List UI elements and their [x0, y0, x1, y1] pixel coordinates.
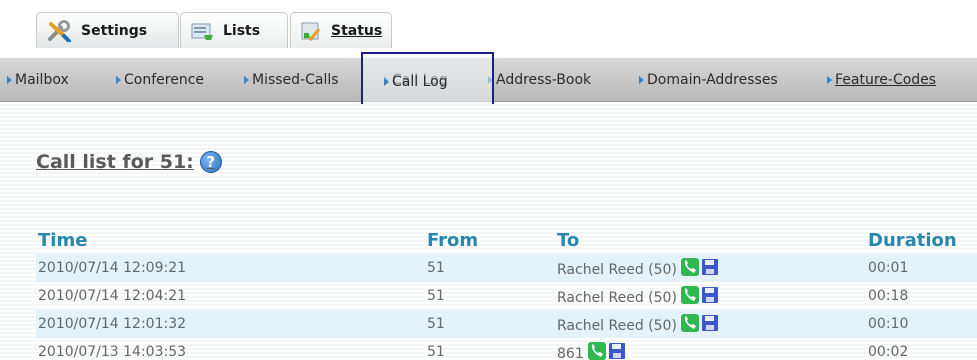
cell-to-text: Rachel Reed (50)	[557, 318, 677, 334]
tab-settings-label: Settings	[81, 22, 148, 39]
cell-to: Rachel Reed (50)	[557, 312, 718, 340]
subnav-missed-calls[interactable]: Missed-Calls	[244, 58, 339, 102]
subnav-mailbox-label: Mailbox	[15, 72, 69, 88]
cell-time: 2010/07/14 12:01:32	[38, 316, 187, 332]
page-title[interactable]: Call list for 51: ?	[36, 151, 222, 173]
col-to-header[interactable]: To	[557, 230, 579, 251]
col-from-header[interactable]: From	[427, 230, 478, 251]
subnav-conference[interactable]: Conference	[116, 58, 204, 102]
status-icon	[301, 21, 323, 41]
tab-lists[interactable]: Lists	[180, 12, 288, 48]
cell-to: Rachel Reed (50)	[557, 256, 718, 284]
cell-from: 51	[427, 288, 445, 304]
call-phone-icon[interactable]	[680, 314, 699, 332]
subnav-conference-label: Conference	[124, 72, 205, 88]
cell-to-text: Rachel Reed (50)	[557, 262, 677, 278]
cell-from: 51	[427, 260, 445, 276]
root: Settings Lists Status Mailbox Conference…	[0, 0, 977, 360]
cell-duration: 00:18	[868, 288, 909, 304]
tab-status-label: Status	[331, 22, 383, 39]
cell-time: 2010/07/13 14:03:53	[38, 344, 187, 360]
arrow-right-icon	[639, 76, 644, 84]
call-phone-icon[interactable]	[680, 258, 699, 276]
subnav-feature-codes[interactable]: Feature-Codes	[827, 58, 936, 102]
tools-icon	[47, 19, 73, 42]
tab-settings[interactable]: Settings	[36, 12, 179, 48]
main-content: Call list for 51: ? Time From To Duratio…	[0, 104, 977, 360]
subnav-call-log-highlighted-label: Call Log	[392, 74, 448, 90]
col-duration-header[interactable]: Duration	[868, 230, 957, 251]
table-row: 2010/07/14 12:04:21 51 Rachel Reed (50) …	[36, 282, 977, 310]
save-icon[interactable]	[608, 343, 625, 359]
cell-from: 51	[427, 344, 445, 360]
cell-duration: 00:10	[868, 316, 909, 332]
cell-duration: 00:02	[868, 344, 909, 360]
subnav-address-book-label: Address-Book	[496, 72, 592, 88]
arrow-right-icon	[384, 78, 389, 86]
list-icon	[191, 21, 215, 41]
table-row: 2010/07/14 12:01:32 51 Rachel Reed (50) …	[36, 310, 977, 338]
cell-to: 861	[557, 340, 625, 360]
subnav-address-book[interactable]: Address-Book	[488, 58, 591, 102]
cell-to-text: Rachel Reed (50)	[557, 290, 677, 306]
cell-duration: 00:01	[868, 260, 909, 276]
subnav-domain-addresses[interactable]: Domain-Addresses	[639, 58, 778, 102]
tab-status[interactable]: Status	[290, 12, 392, 48]
table-header: Time From To Duration	[36, 228, 977, 254]
tab-lists-label: Lists	[223, 22, 261, 39]
cell-time: 2010/07/14 12:09:21	[38, 260, 187, 276]
call-list-table: Time From To Duration 2010/07/14 12:09:2…	[36, 228, 977, 360]
arrow-right-icon	[827, 76, 832, 84]
save-icon[interactable]	[701, 287, 718, 303]
help-icon[interactable]: ?	[199, 151, 222, 173]
save-icon[interactable]	[701, 259, 718, 275]
cell-to-text: 861	[557, 346, 584, 360]
arrow-right-icon	[244, 76, 249, 84]
save-icon[interactable]	[701, 315, 718, 331]
subnav-feature-codes-label: Feature-Codes	[835, 72, 937, 88]
page-title-text: Call list for 51:	[36, 151, 194, 173]
call-phone-icon[interactable]	[680, 286, 699, 304]
cell-to: Rachel Reed (50)	[557, 284, 718, 312]
arrow-right-icon	[116, 76, 121, 84]
subnav-missed-calls-label: Missed-Calls	[252, 72, 339, 88]
arrow-right-icon	[7, 76, 12, 84]
cell-time: 2010/07/14 12:04:21	[38, 288, 187, 304]
col-time-header[interactable]: Time	[38, 230, 87, 251]
subnav-domain-addresses-label: Domain-Addresses	[647, 72, 778, 88]
call-phone-icon[interactable]	[587, 342, 606, 360]
subnav-mailbox[interactable]: Mailbox	[7, 58, 69, 102]
subnav-call-log-highlighted[interactable]: Call Log	[384, 60, 448, 104]
table-row: 2010/07/13 14:03:53 51 861 00:02	[36, 338, 977, 360]
table-row: 2010/07/14 12:09:21 51 Rachel Reed (50) …	[36, 254, 977, 282]
cell-from: 51	[427, 316, 445, 332]
